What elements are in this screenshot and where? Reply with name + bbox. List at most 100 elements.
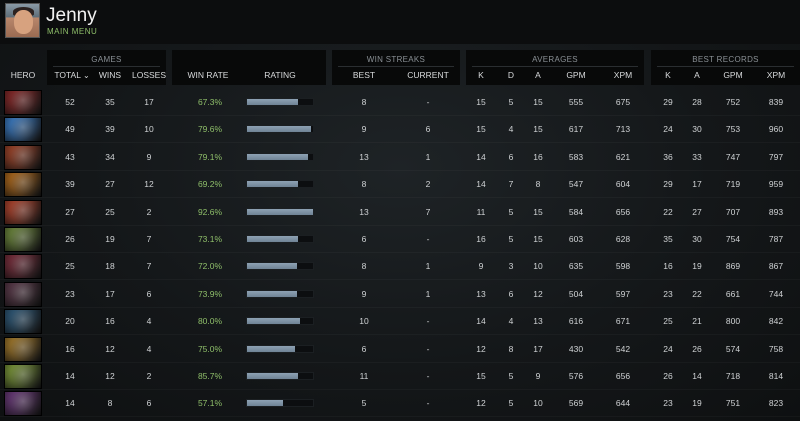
table-row[interactable]: 23 17 6 73.9% 9 1 13 6 12 504 597 23 22 661 744	[0, 280, 800, 308]
cell-current-streak: 2	[425, 179, 431, 190]
hero-portrait[interactable]	[4, 227, 42, 252]
main-menu-link[interactable]: MAIN MENU	[47, 27, 97, 36]
cell-current-streak: 7	[425, 206, 431, 217]
table-row[interactable]: 14 8 6 57.1% 5 - 12 5 10 569 644 23 19 751 823	[0, 389, 800, 417]
cell-best-streak: 5	[361, 398, 367, 409]
cell-avg-xpm: 604	[615, 179, 631, 190]
cell-avg-kills: 12	[476, 343, 486, 354]
cell-wins: 8	[107, 398, 113, 409]
cell-best-assists: 19	[692, 261, 702, 272]
hero-portrait[interactable]	[4, 172, 42, 198]
cell-wins: 12	[105, 343, 115, 354]
cell-avg-gpm: 583	[568, 151, 584, 162]
cell-avg-gpm: 430	[568, 343, 584, 354]
hero-portrait[interactable]	[4, 199, 42, 225]
hero-portrait[interactable]	[4, 309, 42, 335]
table-row[interactable]: 43 34 9 79.1% 13 1 14 6 16 583 621 36 33 747 797	[0, 143, 800, 171]
col-best-assists[interactable]: A	[687, 70, 707, 80]
cell-wins: 17	[105, 288, 115, 299]
cell-best-assists: 30	[692, 124, 702, 135]
cell-avg-xpm: 656	[615, 206, 631, 217]
col-avg-assists[interactable]: A	[528, 70, 548, 80]
cell-avg-assists: 13	[533, 316, 543, 327]
table-row[interactable]: 27 25 2 92.6% 13 7 11 5 15 584 656 22 27 707 893	[0, 198, 800, 226]
cell-avg-assists: 17	[533, 343, 543, 354]
cell-best-assists: 27	[692, 206, 702, 217]
cell-avg-xpm: 671	[615, 316, 631, 327]
cell-avg-gpm: 555	[568, 97, 584, 107]
col-best-xpm[interactable]: XPM	[760, 70, 792, 80]
table-row[interactable]: 20 16 4 80.0% 10 - 14 4 13 616 671 25 21 800 842	[0, 307, 800, 335]
cell-wins: 16	[105, 316, 115, 327]
cell-best-kills: 23	[663, 398, 673, 409]
table-row[interactable]: 39 27 12 69.2% 8 2 14 7 8 547 604 29 17 719 959	[0, 170, 800, 198]
group-underline-win-streaks	[338, 66, 454, 67]
col-best-gpm[interactable]: GPM	[717, 70, 749, 80]
col-total[interactable]: TOTAL ⌄	[50, 70, 94, 80]
col-best-kills[interactable]: K	[658, 70, 678, 80]
cell-best-xpm: 960	[768, 124, 784, 135]
table-row[interactable]: 25 18 7 72.0% 8 1 9 3 10 635 598 16 19 869 867	[0, 252, 800, 280]
rating-bar	[246, 372, 314, 380]
col-current-streak[interactable]: CURRENT	[402, 70, 454, 80]
col-rating[interactable]: RATING	[252, 70, 308, 80]
cell-losses: 2	[146, 206, 152, 217]
rating-bar-fill	[247, 126, 312, 133]
col-avg-kills[interactable]: K	[471, 70, 491, 80]
avatar[interactable]	[5, 3, 40, 38]
hero-portrait-shade	[5, 310, 41, 334]
col-losses[interactable]: LOSSES	[130, 70, 168, 80]
hero-portrait[interactable]	[4, 117, 42, 143]
hero-portrait[interactable]	[4, 364, 42, 389]
cell-avg-assists: 8	[535, 179, 541, 190]
cell-best-assists: 17	[692, 179, 702, 190]
table-row[interactable]: 26 19 7 73.1% 6 - 16 5 15 603 628 35 30 754 787	[0, 225, 800, 253]
cell-wins: 34	[105, 151, 115, 162]
cell-best-streak: 13	[359, 206, 369, 217]
cell-total: 26	[65, 234, 75, 244]
cell-avg-gpm: 603	[568, 234, 584, 244]
cell-avg-kills: 14	[476, 316, 486, 327]
col-avg-deaths[interactable]: D	[501, 70, 521, 80]
col-wins[interactable]: WINS	[92, 70, 128, 80]
cell-total: 14	[65, 371, 75, 381]
cell-losses: 2	[146, 371, 152, 381]
col-avg-gpm[interactable]: GPM	[560, 70, 592, 80]
cell-best-xpm: 959	[768, 179, 784, 190]
cell-win-rate: 79.6%	[197, 124, 223, 135]
table-row[interactable]: 16 12 4 75.0% 6 - 12 8 17 430 542 24 26 574 758	[0, 335, 800, 363]
rating-bar	[246, 317, 314, 326]
cell-current-streak: 1	[425, 261, 431, 272]
col-win-rate[interactable]: WIN RATE	[180, 70, 236, 80]
group-underline-best-records	[657, 66, 794, 67]
table-row[interactable]: 14 12 2 85.7% 11 - 15 5 9 576 656 26 14 718 814	[0, 362, 800, 390]
cell-avg-assists: 9	[535, 371, 541, 381]
col-hero[interactable]: HERO	[0, 70, 46, 80]
cell-best-streak: 10	[359, 316, 369, 327]
table-row[interactable]: 49 39 10 79.6% 9 6 15 4 15 617 713 24 30 753 960	[0, 115, 800, 143]
cell-total: 20	[65, 316, 75, 327]
hero-portrait[interactable]	[4, 254, 42, 280]
hero-portrait[interactable]	[4, 336, 42, 362]
hero-portrait[interactable]	[4, 90, 42, 115]
col-best-streak[interactable]: BEST	[344, 70, 384, 80]
hero-portrait[interactable]	[4, 281, 42, 307]
cell-wins: 35	[105, 97, 115, 107]
cell-avg-xpm: 598	[615, 261, 631, 272]
col-avg-xpm[interactable]: XPM	[607, 70, 639, 80]
cell-current-streak: -	[426, 97, 430, 107]
cell-best-xpm: 787	[768, 234, 784, 244]
table-row[interactable]: 52 35 17 67.3% 8 - 15 5 15 555 675 29 28 752 839	[0, 88, 800, 116]
hero-portrait[interactable]	[4, 391, 42, 417]
cell-total: 25	[65, 261, 75, 272]
group-title-best-records: BEST RECORDS	[692, 55, 759, 64]
cell-best-streak: 6	[361, 234, 367, 244]
hero-portrait-shade	[5, 91, 41, 114]
cell-avg-xpm: 628	[615, 234, 631, 244]
cell-total: 16	[65, 343, 75, 354]
hero-portrait[interactable]	[4, 144, 42, 170]
cell-avg-assists: 12	[533, 288, 543, 299]
rating-bar	[246, 289, 314, 298]
cell-best-streak: 13	[359, 151, 369, 162]
cell-best-xpm: 797	[768, 151, 784, 162]
